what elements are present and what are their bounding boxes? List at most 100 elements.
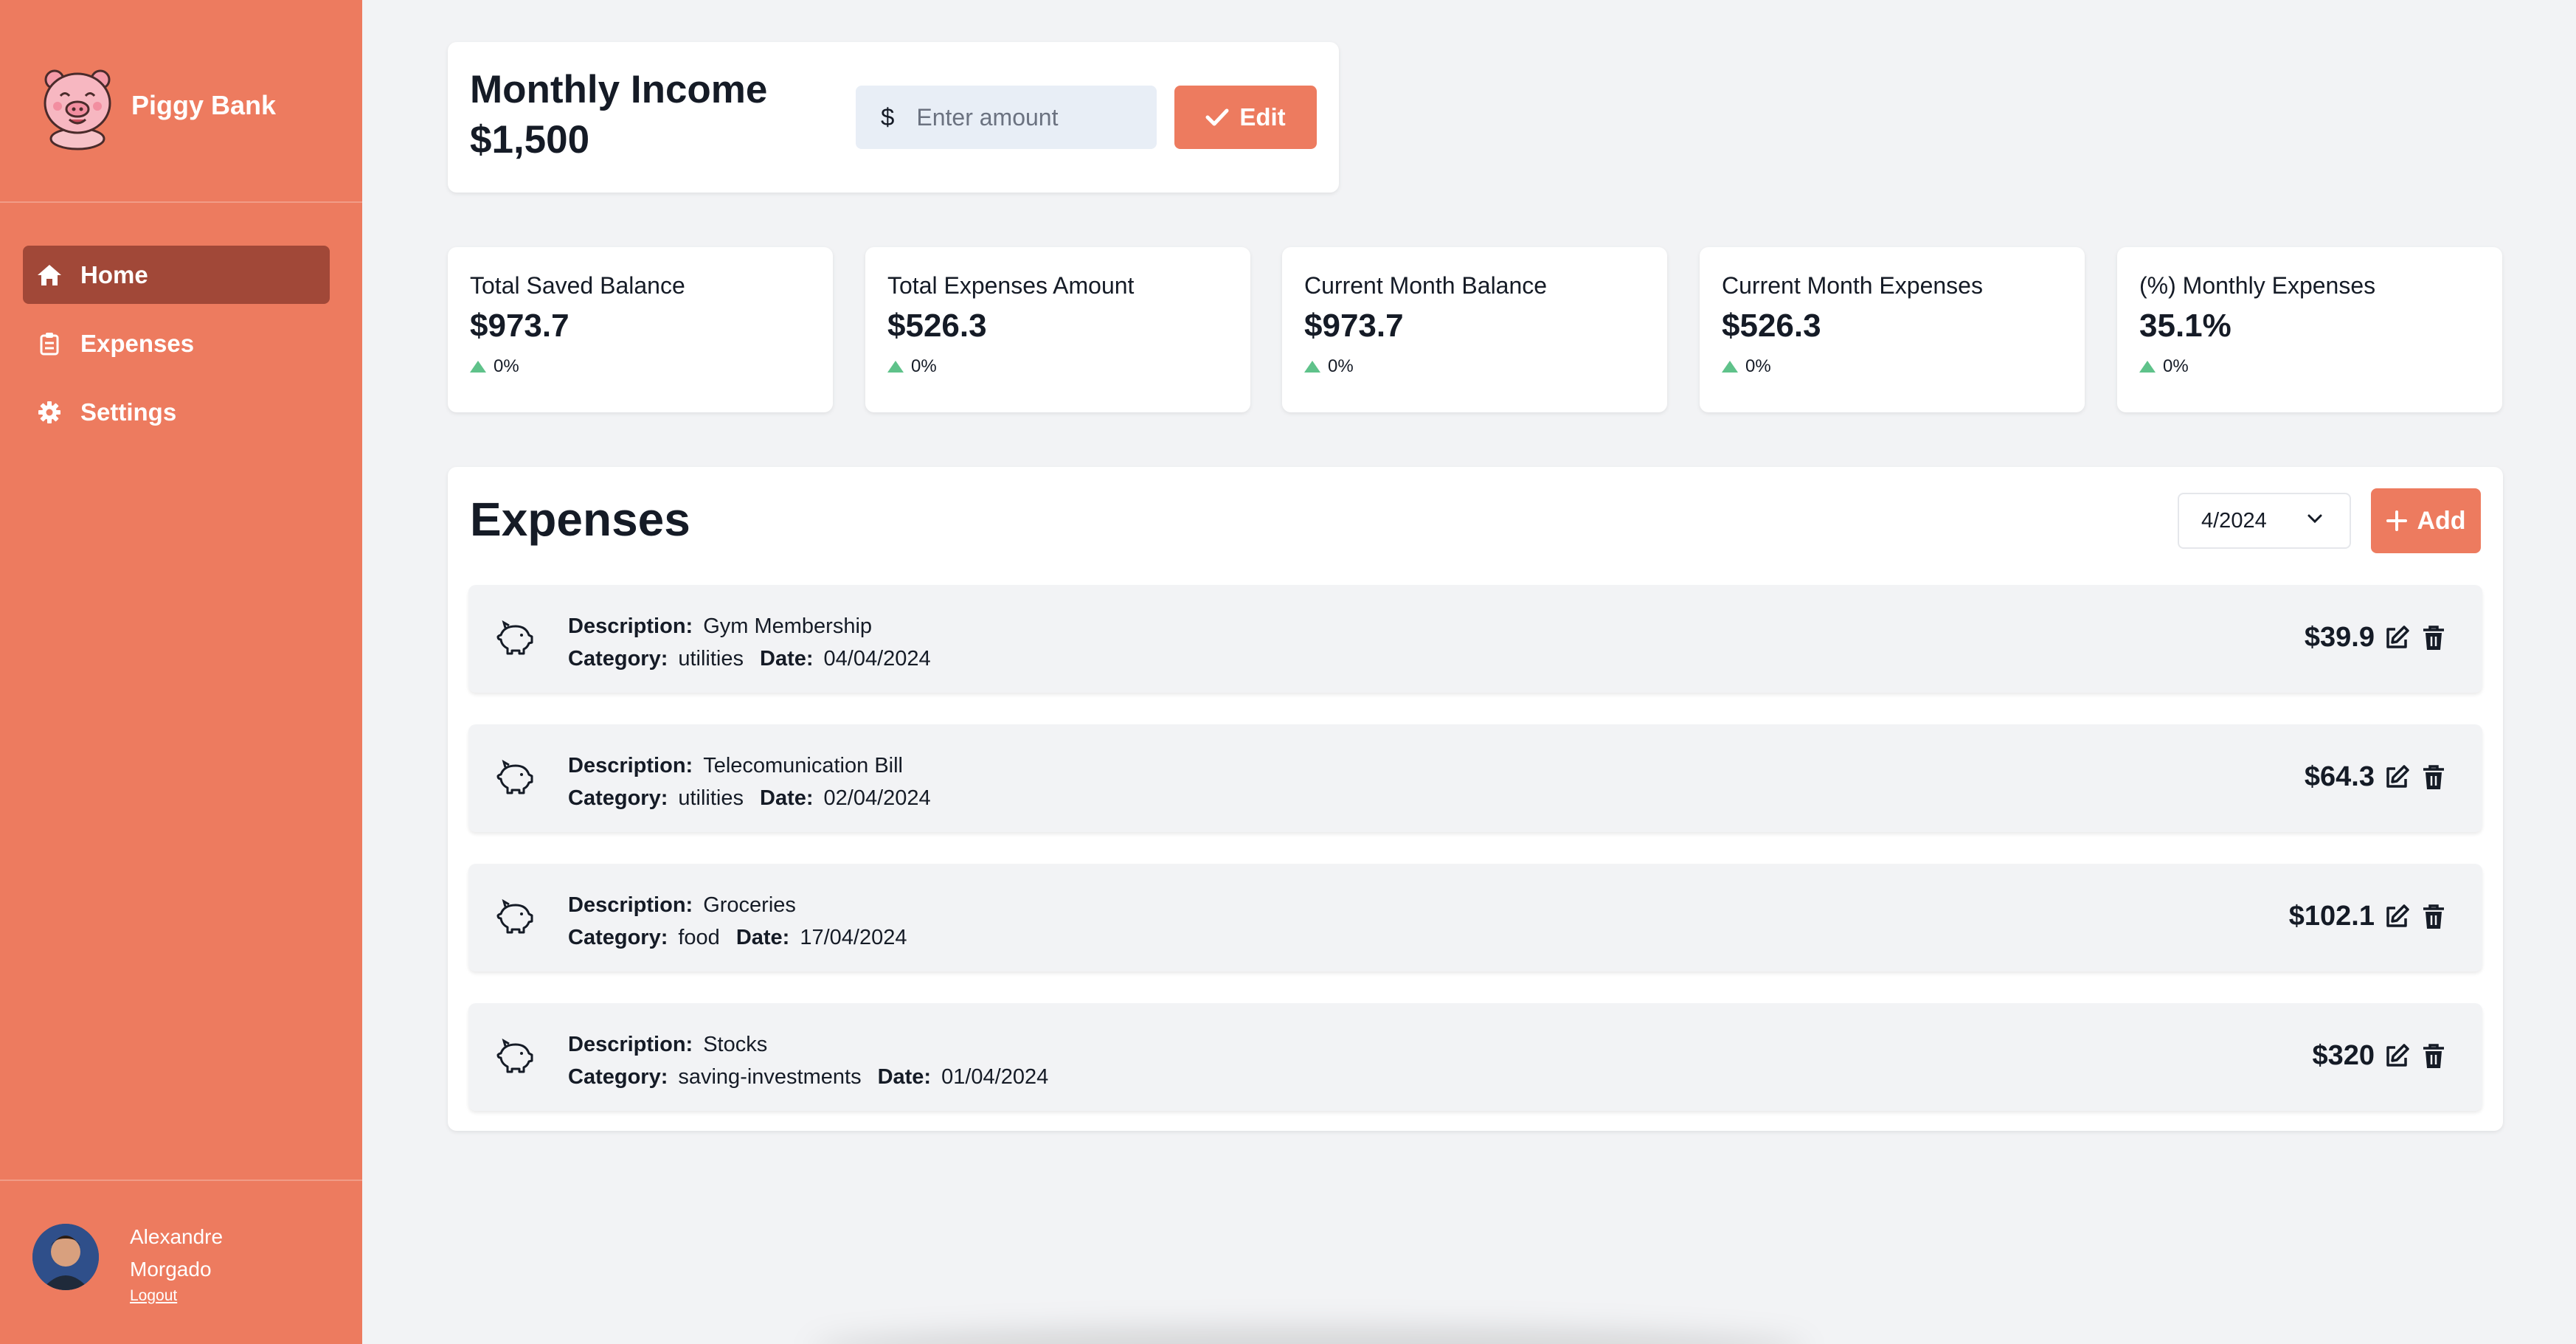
stat-card-month-balance: Current Month Balance $973.7 0% (1282, 247, 1667, 412)
category-label: Category: (568, 926, 668, 949)
expense-details: Description: Gym Membership Category: util… (568, 610, 931, 675)
stat-label: Total Saved Balance (470, 272, 685, 299)
edit-label: Edit (1239, 103, 1286, 131)
expense-amount: $39.9 (2304, 622, 2375, 653)
sidebar-item-label: Home (80, 260, 148, 288)
sidebar-item-label: Settings (80, 398, 177, 426)
expense-category: utilities (678, 647, 744, 671)
expense-category: food (678, 926, 720, 949)
trend-up-icon (470, 361, 486, 373)
stat-value: $973.7 (1304, 308, 1404, 344)
category-label: Category: (568, 647, 668, 671)
stat-change-value: 0% (494, 356, 519, 376)
add-expense-button[interactable]: Add (2371, 488, 2481, 553)
stat-label: (%) Monthly Expenses (2139, 272, 2376, 299)
expense-description: Gym Membership (703, 614, 873, 638)
stat-card-monthly-expenses-percent: (%) Monthly Expenses 35.1% 0% (2117, 247, 2502, 412)
expense-details: Description: Telecomunication Bill Catego… (568, 749, 931, 814)
expense-row[interactable]: Description: Groceries Category: food Date:… (468, 864, 2482, 971)
stat-card-month-expenses: Current Month Expenses $526.3 0% (1700, 247, 2085, 412)
sidebar-item-settings[interactable]: Settings (23, 383, 330, 441)
stat-change-value: 0% (1328, 356, 1354, 376)
expense-details: Description: Stocks Category: saving-inves… (568, 1028, 1048, 1093)
trash-icon[interactable] (2419, 763, 2448, 792)
expense-category: saving-investments (678, 1065, 862, 1089)
plus-icon (2386, 510, 2408, 531)
expenses-card: Expenses 4/2024 Add Description: Gym Memb… (448, 467, 2503, 1131)
user-profile: Alexandre Morgado Logout (32, 1221, 223, 1306)
brand[interactable]: Piggy Bank (37, 59, 276, 151)
chevron-down-icon (2307, 514, 2322, 524)
expense-row[interactable]: Description: Telecomunication Bill Catego… (468, 724, 2482, 832)
category-label: Category: (568, 786, 668, 810)
check-icon (1205, 108, 1229, 126)
expense-amount: $320 (2312, 1040, 2375, 1071)
category-label: Category: (568, 1065, 668, 1089)
expenses-title: Expenses (470, 493, 690, 546)
expense-description: Telecomunication Bill (703, 754, 903, 777)
trash-icon[interactable] (2419, 623, 2448, 653)
stat-value: $973.7 (470, 308, 569, 344)
trash-icon[interactable] (2419, 1042, 2448, 1071)
stat-label: Total Expenses Amount (887, 272, 1135, 299)
expense-category: utilities (678, 786, 744, 810)
sidebar: Piggy Bank Home Expenses Settings Alexan… (0, 0, 362, 1344)
divider (0, 1180, 362, 1181)
sidebar-item-label: Expenses (80, 329, 195, 357)
gear-icon (36, 399, 63, 426)
stat-change-value: 0% (2163, 356, 2189, 376)
edit-icon[interactable] (2382, 623, 2411, 653)
stat-value: $526.3 (887, 308, 987, 344)
expense-description: Groceries (703, 893, 796, 917)
logout-link[interactable]: Logout (130, 1286, 223, 1306)
amount-input[interactable] (916, 103, 1138, 131)
description-label: Description: (568, 1033, 693, 1056)
description-label: Description: (568, 754, 693, 777)
stat-label: Current Month Balance (1304, 272, 1548, 299)
expense-row[interactable]: Description: Gym Membership Category: util… (468, 585, 2482, 693)
piggy-bank-icon (496, 759, 533, 794)
edit-income-button[interactable]: Edit (1174, 86, 1317, 149)
edit-icon[interactable] (2382, 1042, 2411, 1071)
expense-amount: $102.1 (2288, 901, 2375, 932)
trend-up-icon (1722, 361, 1738, 373)
stat-change-value: 0% (1745, 356, 1771, 376)
trash-icon[interactable] (2419, 902, 2448, 932)
expense-row[interactable]: Description: Stocks Category: saving-inves… (468, 1003, 2482, 1111)
trend-up-icon (887, 361, 904, 373)
bottom-shadow (811, 1328, 1807, 1344)
stat-change: 0% (470, 356, 519, 377)
stat-card-total-expenses: Total Expenses Amount $526.3 0% (865, 247, 1250, 412)
add-label: Add (2417, 506, 2466, 535)
user-first-name: Alexandre (130, 1225, 224, 1248)
edit-icon[interactable] (2382, 763, 2411, 792)
sidebar-item-expenses[interactable]: Expenses (23, 314, 330, 373)
expense-description: Stocks (703, 1033, 768, 1056)
clipboard-icon (36, 330, 63, 357)
expense-date: 17/04/2024 (800, 926, 907, 949)
sidebar-item-home[interactable]: Home (23, 246, 330, 304)
monthly-income-card: Monthly Income $1,500 $ Edit (448, 42, 1339, 193)
edit-icon[interactable] (2382, 902, 2411, 932)
amount-input-group: $ (856, 86, 1157, 149)
home-icon (36, 262, 63, 288)
date-label: Date: (877, 1065, 932, 1089)
stat-change: 0% (2139, 356, 2189, 377)
selected-month: 4/2024 (2201, 508, 2267, 533)
piggy-bank-icon (496, 1038, 533, 1073)
stat-value: 35.1% (2139, 308, 2232, 344)
piggy-bank-icon (496, 898, 533, 934)
expense-date: 02/04/2024 (823, 786, 931, 810)
stat-label: Current Month Expenses (1722, 272, 1983, 299)
expense-date: 01/04/2024 (941, 1065, 1049, 1089)
app-name: Piggy Bank (131, 89, 277, 120)
stat-value: $526.3 (1722, 308, 1821, 344)
date-label: Date: (760, 786, 814, 810)
description-label: Description: (568, 893, 693, 917)
date-label: Date: (735, 926, 790, 949)
expense-amount: $64.3 (2304, 761, 2375, 792)
divider (0, 201, 362, 203)
month-select[interactable]: 4/2024 (2178, 493, 2351, 549)
avatar[interactable] (32, 1224, 99, 1290)
stat-change: 0% (887, 356, 937, 377)
